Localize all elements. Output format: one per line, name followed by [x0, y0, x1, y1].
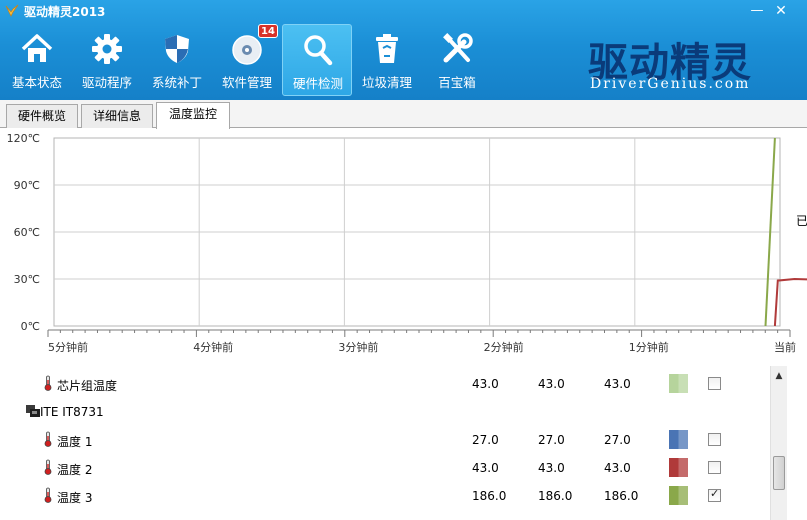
sensor-name: 温度 2 — [57, 463, 93, 477]
sensor-name: 温度 3 — [57, 491, 93, 505]
app-logo-icon — [5, 4, 19, 17]
sensor-current-value: 186.0 — [472, 489, 507, 503]
sensor-show-checkbox[interactable] — [708, 433, 721, 446]
list-scrollbar[interactable]: ▲ — [770, 366, 787, 520]
toolbar-junk-clean[interactable]: 垃圾清理 — [352, 24, 422, 96]
thermometer-icon — [44, 431, 52, 447]
sensor-name: 芯片组温度 — [57, 379, 118, 393]
edge-text: 已 — [796, 214, 807, 228]
sensor-name: 温度 1 — [57, 435, 93, 449]
sensor-row[interactable]: 温度 3 186.0 186.0 186.0 — [0, 483, 770, 511]
sensor-show-checkbox[interactable] — [708, 487, 721, 502]
sensor-group-row[interactable]: ITE IT8731 — [0, 399, 770, 427]
tools-icon — [443, 33, 473, 63]
gear-icon — [92, 34, 122, 64]
sensor-current-value: 43.0 — [472, 377, 499, 391]
sensor-current-value: 43.0 — [472, 461, 499, 475]
home-icon — [21, 34, 53, 62]
toolbar-system-patch[interactable]: 系统补丁 — [142, 24, 212, 96]
sensor-min-value: 27.0 — [538, 433, 565, 447]
tab-temperature-monitor[interactable]: 温度监控 — [156, 102, 230, 129]
sensor-min-value: 186.0 — [538, 489, 573, 503]
toolbar-label: 垃圾清理 — [361, 75, 412, 90]
toolbar-label: 基本状态 — [11, 75, 62, 90]
sensor-color-swatch[interactable] — [669, 374, 688, 393]
x-tick-label: 当前 — [774, 340, 796, 354]
toolbar-hardware-detect[interactable]: 硬件检测 — [282, 24, 352, 96]
thermometer-icon — [44, 487, 52, 503]
sensor-list: 芯片组温度 43.0 43.0 43.0 ITE IT8731 温度 1 27.0 27.0 2… — [0, 358, 807, 520]
toolbar-basic-status[interactable]: 基本状态 — [2, 24, 72, 96]
driver-genius-window: 驱动精灵2013 — ✕ 基本状态 驱动程序 系统补丁 软件管理 硬件检测 垃圾… — [0, 0, 807, 520]
sensor-max-value: 43.0 — [604, 377, 631, 391]
title-bar: 驱动精灵2013 — ✕ — [0, 0, 807, 22]
y-tick-label: 90℃ — [14, 179, 40, 192]
sensor-max-value: 43.0 — [604, 461, 631, 475]
sensor-row[interactable]: 温度 2 43.0 43.0 43.0 — [0, 455, 770, 483]
x-tick-label: 2分钟前 — [484, 340, 524, 354]
x-tick-label: 4分钟前 — [193, 340, 233, 354]
update-count-badge: 14 — [258, 24, 278, 38]
toolbar-label: 驱动程序 — [81, 75, 132, 90]
tab-hardware-overview[interactable]: 硬件概览 — [6, 104, 78, 128]
toolbar-drivers[interactable]: 驱动程序 — [72, 24, 142, 96]
sensor-color-swatch[interactable] — [669, 430, 688, 449]
toolbar-label: 软件管理 — [221, 75, 272, 90]
x-tick-label: 1分钟前 — [629, 340, 669, 354]
detail-tabs: 硬件概览 详细信息 温度监控 — [0, 100, 807, 129]
tab-detail-info[interactable]: 详细信息 — [81, 104, 153, 128]
brand-logo: 驱动精灵 DriverGenius.com — [588, 30, 768, 94]
brand-name-en: DriverGenius.com — [590, 76, 751, 92]
close-button[interactable]: ✕ — [770, 2, 792, 20]
toolbar-label: 硬件检测 — [292, 76, 343, 91]
shield-icon — [165, 35, 189, 63]
toolbar-label: 百宝箱 — [438, 75, 476, 90]
recycle-bin-icon — [376, 34, 398, 63]
sensor-color-swatch[interactable] — [669, 458, 688, 477]
sensor-min-value: 43.0 — [538, 377, 565, 391]
y-tick-label: 120℃ — [7, 132, 40, 145]
sensor-row[interactable]: 温度 1 27.0 27.0 27.0 — [0, 427, 770, 455]
main-toolbar: 基本状态 驱动程序 系统补丁 软件管理 硬件检测 垃圾清理 百宝箱 14 — [0, 24, 560, 96]
thermometer-icon — [44, 375, 52, 391]
minimize-button[interactable]: — — [746, 2, 768, 20]
x-tick-label: 3分钟前 — [338, 340, 378, 354]
thermometer-icon — [44, 459, 52, 475]
sensor-min-value: 43.0 — [538, 461, 565, 475]
sensor-group-name: ITE IT8731 — [40, 405, 104, 419]
x-tick-label: 5分钟前 — [48, 340, 88, 354]
app-header: 驱动精灵2013 — ✕ 基本状态 驱动程序 系统补丁 软件管理 硬件检测 垃圾… — [0, 0, 807, 100]
scroll-up-button[interactable]: ▲ — [771, 368, 787, 384]
sensor-max-value: 27.0 — [604, 433, 631, 447]
toolbar-label: 系统补丁 — [151, 75, 202, 90]
y-tick-label: 0℃ — [21, 320, 40, 333]
y-tick-label: 30℃ — [14, 273, 40, 286]
temperature-chart-svg: 120℃ 90℃ 60℃ 30℃ 0℃ 5分钟前 4分钟前 3分钟前 2分钟前 1分钟前 当前 — [7, 132, 807, 354]
app-title: 驱动精灵2013 — [24, 5, 106, 19]
scroll-thumb[interactable] — [773, 456, 785, 490]
magnifier-icon — [304, 35, 333, 66]
temperature-chart: 120℃ 90℃ 60℃ 30℃ 0℃ 5分钟前 4分钟前 3分钟前 2分钟前 1分钟前 当前 — [0, 129, 807, 357]
chip-icon — [26, 405, 40, 417]
sensor-row[interactable]: 芯片组温度 43.0 43.0 43.0 — [0, 371, 770, 399]
sensor-show-checkbox[interactable] — [708, 377, 721, 390]
sensor-show-checkbox[interactable] — [708, 461, 721, 474]
toolbar-toolbox[interactable]: 百宝箱 — [422, 24, 492, 96]
sensor-max-value: 186.0 — [604, 489, 639, 503]
y-tick-label: 60℃ — [14, 226, 40, 239]
sensor-current-value: 27.0 — [472, 433, 499, 447]
sensor-color-swatch[interactable] — [669, 486, 688, 505]
